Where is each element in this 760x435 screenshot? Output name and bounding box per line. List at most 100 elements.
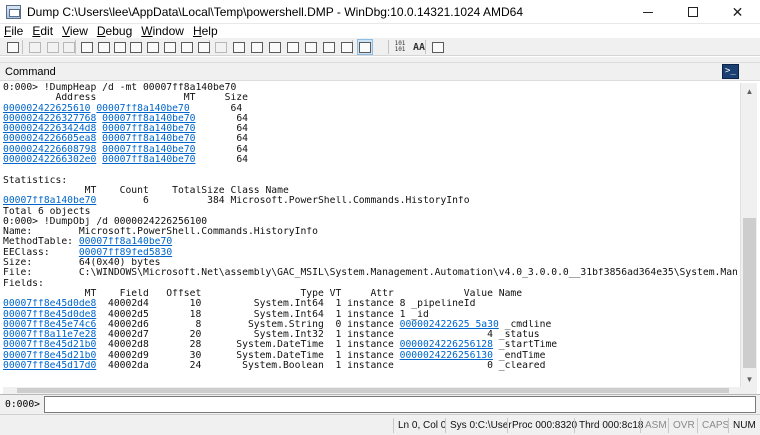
dml-link[interactable]: 00007ff8e45d21b0 <box>3 351 96 361</box>
dml-link[interactable]: 00007ff8e45d17d0 <box>3 361 96 371</box>
dml-link[interactable]: 0000024226327768 <box>3 114 96 124</box>
dml-link[interactable]: 0000024226605ea8 <box>3 134 96 144</box>
status-process: Proc 000:8320 <box>507 418 581 433</box>
options-button[interactable] <box>430 39 446 55</box>
memory-window-button[interactable] <box>285 39 301 55</box>
menu-view[interactable]: View <box>58 24 93 38</box>
dml-link[interactable]: 0000024226608798 <box>3 145 96 155</box>
break-button[interactable] <box>128 39 144 55</box>
scratch-pad-button[interactable] <box>339 39 355 55</box>
output-line: 0000024226608798 00007ff8a140be70 64 <box>3 145 738 155</box>
output-text: Address MT Size <box>3 93 248 104</box>
stop-debugging-button[interactable] <box>112 39 128 55</box>
dml-link[interactable]: 00007ff89fed5830 <box>79 248 172 258</box>
dml-link[interactable]: 00000242263424d8 <box>3 124 96 134</box>
output-line: 0:000> !DumpObj /d 0000024226256100 <box>3 217 738 227</box>
horizontal-scroll-thumb[interactable] <box>17 388 729 393</box>
dml-link[interactable]: 0000024226256130 <box>400 351 493 361</box>
output-text: Size: 64(0x40) bytes <box>3 258 161 269</box>
registers-window-button[interactable] <box>267 39 283 55</box>
dml-link[interactable]: 00007ff8e45d21b0 <box>3 340 96 350</box>
watch-window-button[interactable] <box>231 39 247 55</box>
call-stack-button[interactable] <box>303 39 319 55</box>
menu-edit[interactable]: Edit <box>28 24 58 38</box>
dml-link[interactable]: 00007ff8a140be70 <box>3 196 96 206</box>
output-line: 00007ff8e45d21b0 40002d9 30 System.DateT… <box>3 351 738 361</box>
output-line: Name: Microsoft.PowerShell.Commands.Hist… <box>3 227 738 237</box>
paste-button[interactable] <box>61 39 77 55</box>
cut-icon <box>29 41 41 53</box>
font-button[interactable]: AA <box>411 39 427 55</box>
output-line: 00007ff8e45e74c6 40002d6 8 System.String… <box>3 320 738 330</box>
status-bar: Ln 0, Col 0 Sys 0:C:\User Proc 000:8320 … <box>0 414 760 435</box>
source-mode-button[interactable] <box>357 39 373 55</box>
dml-link[interactable]: 00007ff8e45e74c6 <box>3 320 96 330</box>
output-line: 00007ff8a140be70 6 384 Microsoft.PowerSh… <box>3 196 738 206</box>
close-button[interactable]: ✕ <box>715 0 760 24</box>
output-text: MethodTable: <box>3 237 79 248</box>
menu-debug[interactable]: Debug <box>93 24 137 38</box>
output-text: _startTime <box>492 340 558 351</box>
cut-button[interactable] <box>27 39 43 55</box>
horizontal-scrollbar[interactable] <box>3 387 740 394</box>
command-input-row: 0:000> <box>0 394 760 414</box>
copy-button[interactable] <box>45 39 61 55</box>
maximize-button[interactable] <box>670 0 715 24</box>
run-to-cursor-button[interactable] <box>196 39 212 55</box>
open-button[interactable] <box>5 39 21 55</box>
scroll-up-icon[interactable]: ▲ <box>741 83 758 99</box>
step-out-button[interactable] <box>179 39 195 55</box>
dml-link[interactable]: 00007ff8a140be70 <box>102 134 195 144</box>
dml-link[interactable]: 0000024226256128 <box>400 340 493 350</box>
disassembly-button[interactable] <box>321 39 337 55</box>
vertical-scrollbar[interactable]: ▲ ▼ <box>740 83 757 387</box>
menu-window[interactable]: Window <box>137 24 189 38</box>
restart-icon <box>98 41 110 53</box>
command-input[interactable] <box>44 396 756 413</box>
output-text: _endTime <box>492 350 546 361</box>
scroll-down-icon[interactable]: ▼ <box>741 371 758 387</box>
output-line: 00007ff8e45d21b0 40002d8 28 System.DateT… <box>3 340 738 350</box>
output-line: 00007ff8e45d0de8 40002d5 18 System.Int64… <box>3 310 738 320</box>
minimize-button[interactable] <box>625 0 670 24</box>
dml-link[interactable]: 00007ff8e45d0de8 <box>3 299 96 309</box>
output-line: 0000024226327768 00007ff8a140be70 64 <box>3 114 738 124</box>
command-prompt-icon[interactable]: >_ <box>722 64 739 79</box>
registers-window-icon <box>269 41 281 53</box>
hex-mode-button[interactable]: 101 101 <box>392 39 408 55</box>
menu-help[interactable]: Help <box>189 24 223 38</box>
dml-link[interactable]: 00007ff8a11e7e28 <box>3 330 96 340</box>
command-output: 0:000> !DumpHeap /d -mt 00007ff8a140be70… <box>3 83 738 387</box>
options-icon <box>432 41 444 53</box>
output-line: Size: 64(0x40) bytes <box>3 258 738 268</box>
toolbar-separator <box>388 40 389 54</box>
dml-link[interactable]: 000002422625610 <box>3 104 91 114</box>
restart-button[interactable] <box>96 39 112 55</box>
windbg-app-icon <box>6 5 21 19</box>
dml-link[interactable]: 00007ff8a140be70 <box>96 104 189 114</box>
dml-link[interactable]: 00007ff8a140be70 <box>102 145 195 155</box>
output-text: 64 <box>195 155 248 166</box>
dml-link[interactable]: 00007ff8a140be70 <box>79 237 172 247</box>
dml-link[interactable]: 000002422625 5a30 <box>400 320 499 330</box>
dml-link[interactable]: 00000242266302e0 <box>3 155 96 165</box>
command-window-title: Command <box>5 66 56 78</box>
output-text: Fields: <box>3 278 44 289</box>
output-text: 64 <box>195 124 248 135</box>
locals-window-icon <box>251 41 263 53</box>
command-window-button[interactable] <box>213 39 229 55</box>
output-text: 0:000> !DumpHeap /d -mt 00007ff8a140be70 <box>3 83 237 93</box>
step-into-button[interactable] <box>145 39 161 55</box>
menu-file[interactable]: File <box>0 24 28 38</box>
go-button[interactable] <box>79 39 95 55</box>
locals-window-button[interactable] <box>249 39 265 55</box>
step-over-button[interactable] <box>162 39 178 55</box>
source-mode-icon <box>359 41 371 53</box>
dml-link[interactable]: 00007ff8a140be70 <box>102 124 195 134</box>
output-text: MT Field Offset Type VT Attr Value Name <box>3 288 523 299</box>
dml-link[interactable]: 00007ff8a140be70 <box>102 155 195 165</box>
dml-link[interactable]: 00007ff8e45d0de8 <box>3 310 96 320</box>
dml-link[interactable]: 00007ff8a140be70 <box>102 114 195 124</box>
vertical-scroll-thumb[interactable] <box>743 218 756 368</box>
disassembly-icon <box>323 41 335 53</box>
